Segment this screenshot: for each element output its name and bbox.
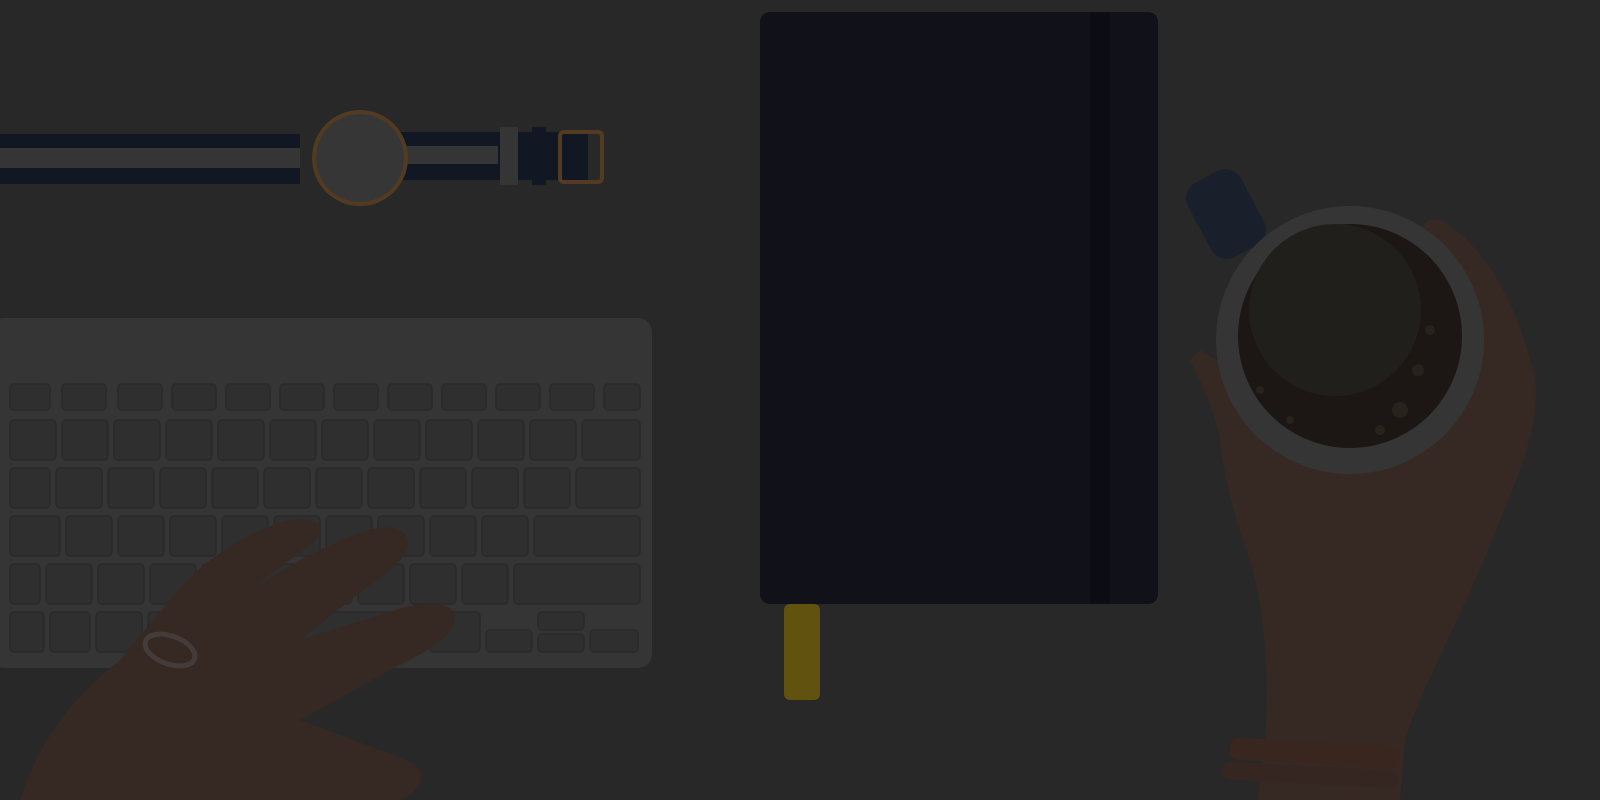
desk-photo — [0, 0, 1600, 800]
dim-overlay — [0, 0, 1600, 800]
desk-scene — [0, 0, 1600, 800]
